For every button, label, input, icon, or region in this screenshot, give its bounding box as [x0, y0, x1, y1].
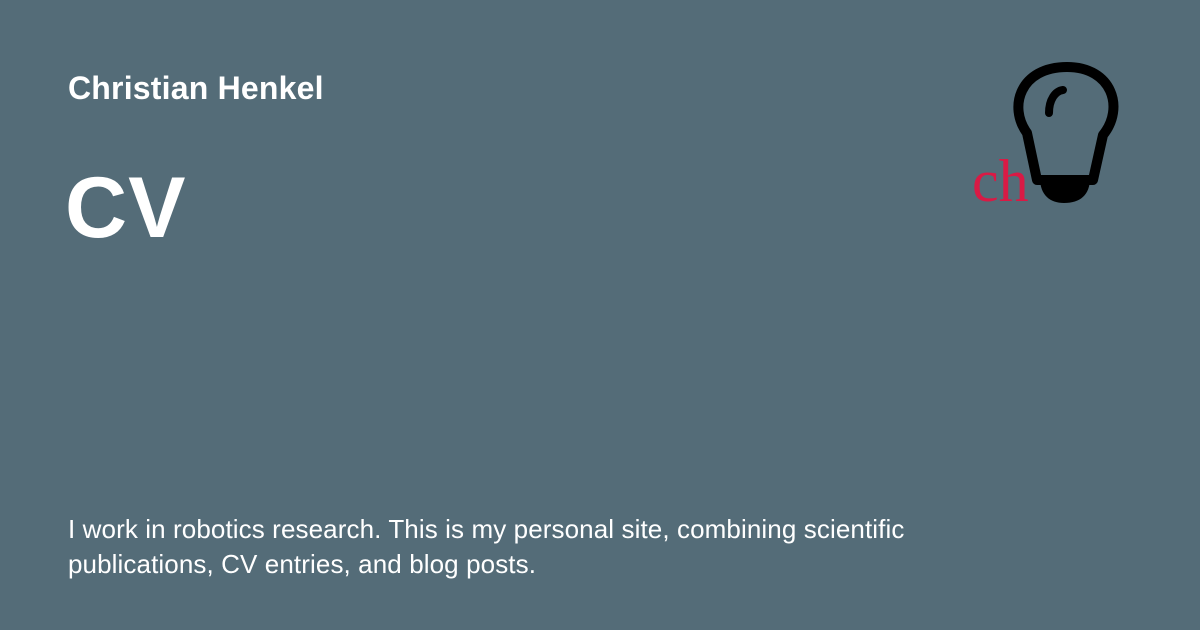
lightbulb-base [1040, 178, 1090, 203]
page-title: CV [65, 160, 187, 256]
author-name: Christian Henkel [68, 70, 324, 106]
logo-monogram: ch [972, 148, 1029, 214]
lightbulb-icon: ch [972, 62, 1119, 214]
lightbulb-outline [1013, 62, 1119, 185]
social-card: Christian Henkel CV I work in robotics r… [0, 0, 1200, 630]
lightbulb-shine [1045, 86, 1067, 117]
site-logo: ch [960, 55, 1130, 215]
site-description: I work in robotics research. This is my … [68, 514, 905, 579]
